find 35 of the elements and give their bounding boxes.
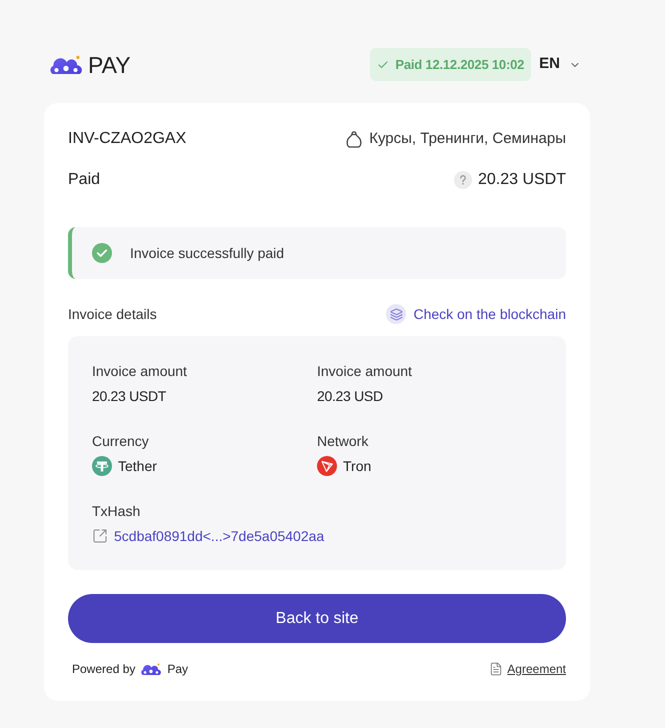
invoice-category: Курсы, Тренинги, Семинары bbox=[369, 128, 566, 149]
external-link-icon[interactable] bbox=[92, 528, 108, 544]
back-to-site-button[interactable]: Back to site bbox=[68, 594, 566, 643]
document-icon bbox=[489, 662, 504, 676]
field-value: Tron bbox=[343, 457, 372, 476]
powered-by-text: Powered by bbox=[72, 661, 136, 678]
field-value: 20.23 USD bbox=[317, 387, 384, 406]
logo-text: PAY bbox=[88, 50, 131, 78]
bag-icon bbox=[346, 130, 362, 148]
field-label: Network bbox=[317, 432, 370, 451]
brand-name: Pay bbox=[167, 661, 188, 678]
field-label: Invoice amount bbox=[317, 362, 413, 381]
help-icon[interactable] bbox=[454, 171, 472, 189]
logo-icon bbox=[50, 54, 82, 74]
field-label: Invoice amount bbox=[92, 362, 188, 381]
invoice-status: Paid bbox=[68, 170, 100, 190]
invoice-id: INV-CZAO2GAX bbox=[68, 129, 186, 149]
section-title: Invoice details bbox=[68, 304, 157, 324]
alert-text: Invoice successfully paid bbox=[130, 244, 284, 263]
invoice-amount: 20.23 USDT bbox=[478, 170, 566, 190]
tx-hash-link[interactable]: 5cdbaf0891dd<...>7de5a05402aa bbox=[114, 526, 324, 546]
field-value: Tether bbox=[118, 457, 157, 476]
tron-coin-icon bbox=[317, 456, 337, 476]
blockchain-link[interactable]: Check on the blockchain bbox=[413, 304, 566, 324]
tether-coin-icon bbox=[92, 456, 112, 476]
check-icon bbox=[377, 58, 390, 70]
check-circle-icon bbox=[92, 243, 112, 263]
layers-icon[interactable] bbox=[386, 304, 406, 324]
brand-logo-icon bbox=[141, 662, 162, 676]
status-text: Paid 12.12.2025 10:02 bbox=[395, 56, 524, 74]
agreement-link[interactable]: Agreement bbox=[507, 660, 566, 678]
language-selector[interactable]: EN bbox=[539, 53, 581, 76]
field-label: TxHash bbox=[92, 502, 142, 521]
field-value: 20.23 USDT bbox=[92, 387, 168, 406]
field-label: Currency bbox=[92, 432, 150, 451]
